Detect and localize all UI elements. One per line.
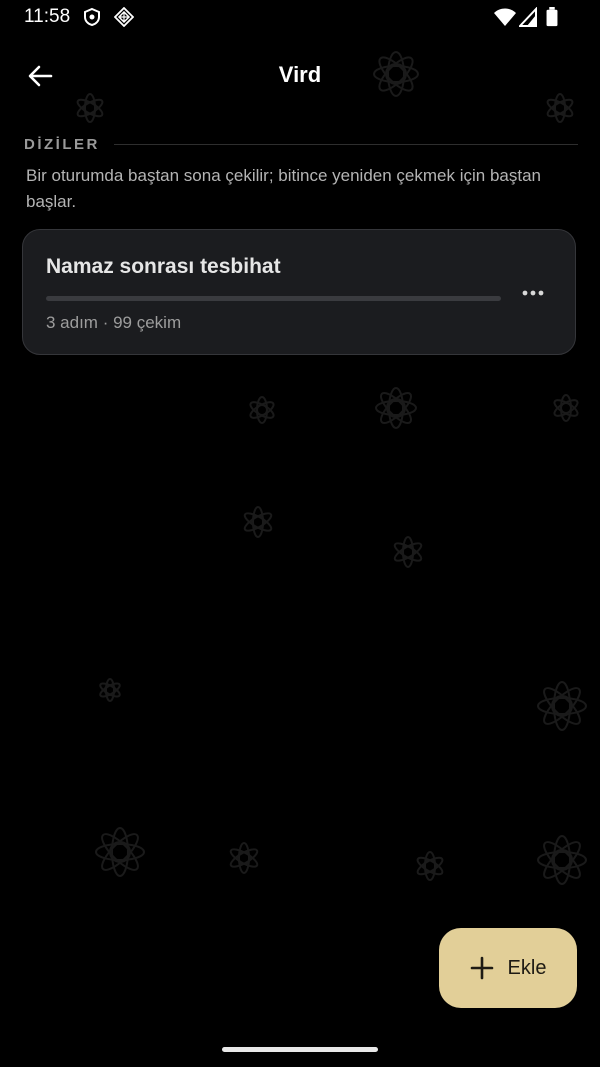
home-indicator[interactable] xyxy=(222,1047,378,1052)
status-bar: 11:58 xyxy=(0,0,600,36)
section-header: DİZİLER xyxy=(24,134,578,154)
battery-icon xyxy=(546,7,558,27)
sequence-title: Namaz sonrası tesbihat xyxy=(46,255,281,278)
android-auto-icon xyxy=(114,7,134,27)
add-button[interactable]: Ekle xyxy=(439,928,577,1008)
page-title: Vird xyxy=(278,62,322,87)
sequence-meta: 3 adım · 99 çekim xyxy=(46,313,182,332)
status-time: 11:58 xyxy=(24,6,71,27)
shield-icon xyxy=(84,7,100,27)
sequence-progress-bar xyxy=(46,296,501,301)
section-title: DİZİLER xyxy=(24,135,100,153)
wifi-icon xyxy=(494,8,516,26)
signal-icon xyxy=(519,7,537,27)
more-options-button[interactable] xyxy=(513,278,553,308)
section-divider xyxy=(113,143,578,145)
sequence-card[interactable]: Namaz sonrası tesbihat 3 adım · 99 çekim xyxy=(22,229,576,355)
more-horizontal-icon xyxy=(522,290,544,296)
add-button-label: Ekle xyxy=(507,956,547,979)
section-description: Bir oturumda baştan sona çekilir; bitinc… xyxy=(26,166,541,211)
plus-icon xyxy=(470,956,493,980)
background-pattern xyxy=(76,51,587,885)
app-bar: Vird xyxy=(0,50,600,102)
